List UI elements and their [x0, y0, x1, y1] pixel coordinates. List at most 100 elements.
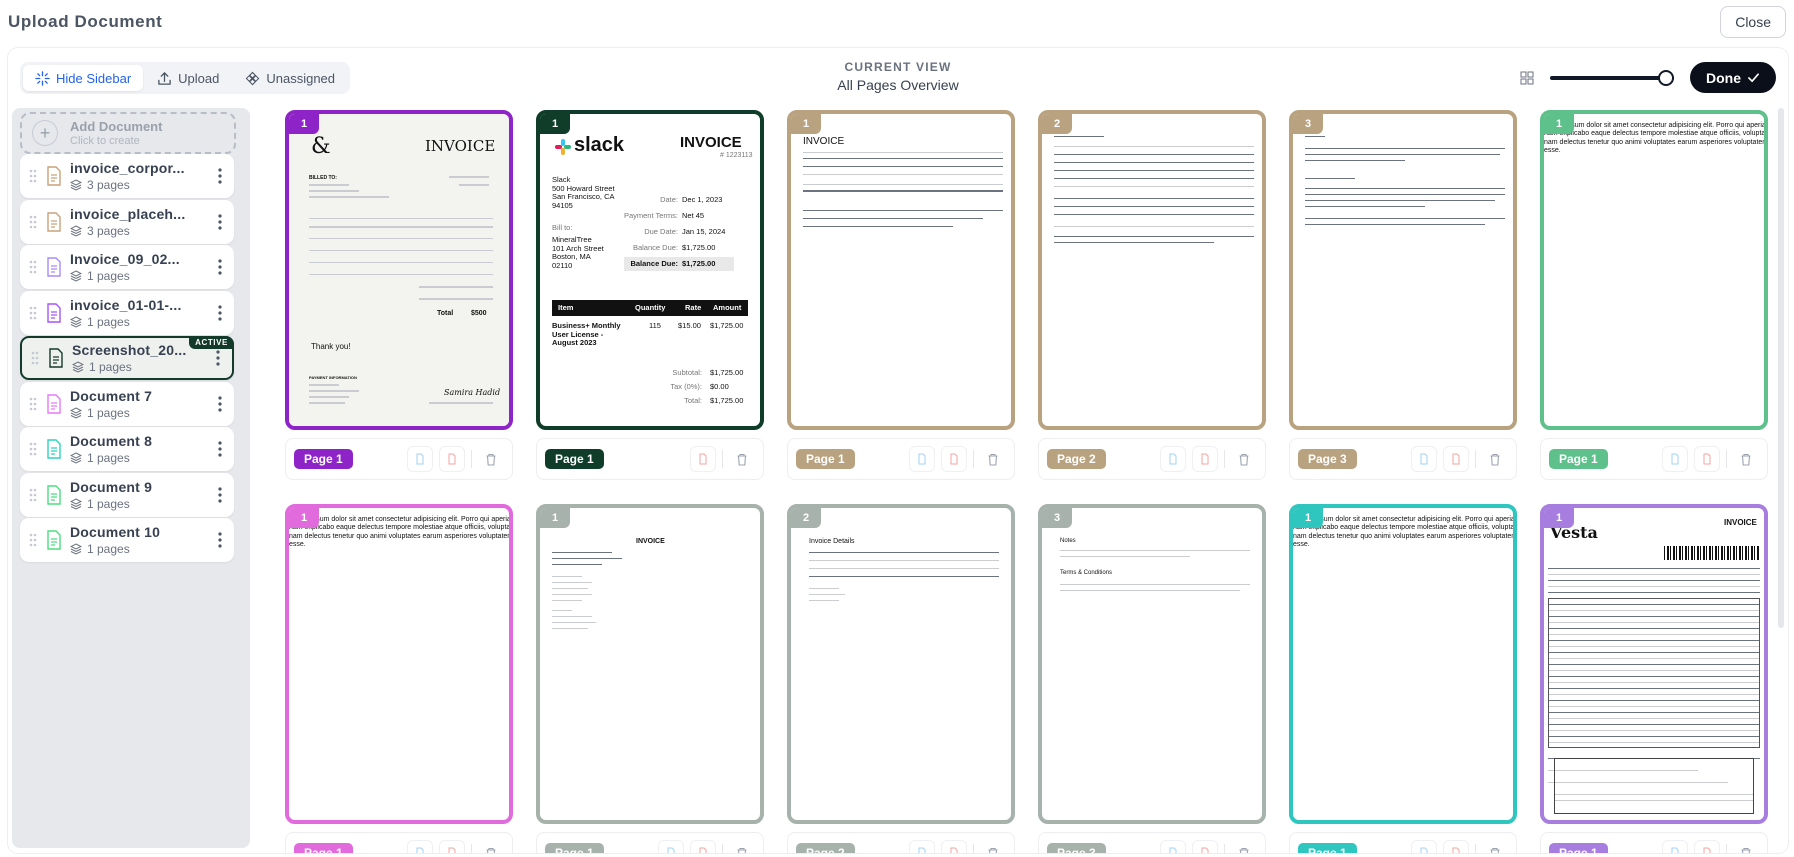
- trash-icon[interactable]: [729, 840, 755, 853]
- drag-handle-icon[interactable]: [28, 441, 38, 457]
- zoom-thumb[interactable]: [1658, 69, 1674, 86]
- trash-icon[interactable]: [478, 840, 504, 853]
- split-page-icon[interactable]: [407, 840, 433, 853]
- more-options-icon[interactable]: [210, 301, 230, 325]
- drag-handle-icon[interactable]: [28, 396, 38, 412]
- document-pages: 1 pages: [70, 497, 210, 511]
- page-thumbnail[interactable]: 1 INVOICE: [536, 504, 764, 824]
- move-page-icon[interactable]: [690, 840, 716, 853]
- trash-icon[interactable]: [1231, 446, 1257, 472]
- more-options-icon[interactable]: [210, 164, 230, 188]
- text-line: [803, 166, 1003, 167]
- split-page-icon[interactable]: [658, 840, 684, 853]
- move-page-icon[interactable]: [941, 840, 967, 853]
- trash-icon[interactable]: [1482, 446, 1508, 472]
- title-bar: Upload Document Close: [0, 0, 1794, 44]
- close-button[interactable]: Close: [1720, 6, 1786, 38]
- document-name: Invoice_09_02...: [70, 251, 180, 267]
- document-icon: [47, 166, 61, 186]
- split-page-icon[interactable]: [909, 840, 935, 853]
- split-page-icon[interactable]: [1411, 840, 1437, 853]
- page-thumbnail[interactable]: 1 Vesta INVOICE: [1540, 504, 1768, 824]
- split-page-icon[interactable]: [1662, 840, 1688, 853]
- zoom-slider[interactable]: [1550, 69, 1674, 86]
- split-page-icon[interactable]: [1411, 446, 1437, 472]
- page-thumbnail[interactable]: 3: [1289, 110, 1517, 430]
- trash-icon[interactable]: [1733, 446, 1759, 472]
- move-page-icon[interactable]: [1443, 840, 1469, 853]
- document-sidebar: + Add Document Click to create invoice_c…: [12, 108, 250, 848]
- page-number-badge: 1: [540, 114, 570, 134]
- sidebar-document-item[interactable]: invoice_corpor... 3 pages: [20, 154, 234, 198]
- move-page-icon[interactable]: [1694, 446, 1720, 472]
- move-page-icon[interactable]: [1192, 446, 1218, 472]
- trash-icon[interactable]: [1231, 840, 1257, 853]
- more-options-icon[interactable]: [210, 483, 230, 507]
- page-thumbnail[interactable]: 1 slack INVOICE # 1223113 Slack 500 Howard S…: [536, 110, 764, 430]
- split-page-icon[interactable]: [909, 446, 935, 472]
- trash-icon[interactable]: [729, 446, 755, 472]
- drag-handle-icon[interactable]: [28, 168, 38, 184]
- move-page-icon[interactable]: [439, 446, 465, 472]
- split-page-icon[interactable]: [1160, 446, 1186, 472]
- grid-scrollbar[interactable]: [1778, 108, 1784, 628]
- drag-handle-icon[interactable]: [28, 487, 38, 503]
- split-page-icon[interactable]: [407, 446, 433, 472]
- move-page-icon[interactable]: [439, 840, 465, 853]
- total-value: $500: [471, 310, 487, 317]
- drag-handle-icon[interactable]: [28, 532, 38, 548]
- page-thumbnail[interactable]: 1 Lorem ipsum dolor sit amet consectetur …: [1540, 110, 1768, 430]
- add-document-button[interactable]: + Add Document Click to create: [20, 112, 236, 154]
- text-line: [1548, 586, 1760, 587]
- text-line: [803, 190, 1003, 192]
- page-thumbnail[interactable]: 1 Lorem ipsum dolor sit amet consectetur …: [285, 504, 513, 824]
- document-text: invoice_placeh... 3 pages: [70, 206, 210, 238]
- slack-invoice-page: slack INVOICE # 1223113 Slack 500 Howard St…: [540, 114, 760, 426]
- sidebar-document-item[interactable]: Document 10 1 pages: [20, 518, 234, 562]
- document-pages-count: 1 pages: [87, 314, 130, 329]
- sidebar-document-item[interactable]: invoice_placeh... 3 pages: [20, 199, 234, 244]
- page-card-footer: Page 1: [1289, 832, 1517, 853]
- split-page-icon[interactable]: [1160, 840, 1186, 853]
- drag-handle-icon[interactable]: [28, 305, 38, 321]
- more-options-icon[interactable]: [210, 392, 230, 416]
- page-thumbnail[interactable]: 2: [1038, 110, 1266, 430]
- split-page-icon[interactable]: [1662, 446, 1688, 472]
- move-page-icon[interactable]: [1443, 446, 1469, 472]
- sidebar-document-item[interactable]: invoice_01-01-... 1 pages: [20, 290, 234, 335]
- more-options-icon[interactable]: [208, 346, 228, 370]
- drag-handle-icon[interactable]: [30, 350, 40, 366]
- trash-icon[interactable]: [478, 446, 504, 472]
- drag-handle-icon[interactable]: [28, 259, 38, 275]
- page-card-footer: Page 1: [536, 832, 764, 853]
- trash-icon[interactable]: [980, 446, 1006, 472]
- done-button[interactable]: Done: [1690, 62, 1776, 93]
- trash-icon[interactable]: [980, 840, 1006, 853]
- move-page-icon[interactable]: [690, 446, 716, 472]
- more-options-icon[interactable]: [210, 437, 230, 461]
- drag-handle-icon[interactable]: [28, 214, 38, 230]
- trash-icon[interactable]: [1482, 840, 1508, 853]
- move-page-icon[interactable]: [941, 446, 967, 472]
- sidebar-document-item[interactable]: Document 8 1 pages: [20, 427, 234, 471]
- more-options-icon[interactable]: [210, 255, 230, 279]
- page-thumbnail[interactable]: 1 Lorem ipsum dolor sit amet consectetur …: [1289, 504, 1517, 824]
- page-thumbnail[interactable]: 1 & INVOICE BILLED TO: Total $500 Thank you! PA…: [285, 110, 513, 430]
- move-page-icon[interactable]: [1192, 840, 1218, 853]
- more-options-icon[interactable]: [210, 528, 230, 552]
- page-thumbnail[interactable]: 3 Notes Terms & Conditions: [1038, 504, 1266, 824]
- trash-icon[interactable]: [1733, 840, 1759, 853]
- text-line: [1305, 224, 1485, 225]
- move-page-icon[interactable]: [1694, 840, 1720, 853]
- sidebar-document-item[interactable]: Invoice_09_02... 1 pages: [20, 245, 234, 289]
- page-thumbnail[interactable]: 1 INVOICE: [787, 110, 1015, 430]
- more-options-icon[interactable]: [210, 210, 230, 234]
- document-text: Document 71 pages: [70, 388, 210, 420]
- sidebar-document-item[interactable]: Screenshot_20... 1 pages ACTIVE: [20, 336, 234, 380]
- page-thumbnail[interactable]: 2 Invoice Details: [787, 504, 1015, 824]
- text-line: [552, 616, 592, 617]
- sidebar-document-item[interactable]: Document 71 pages: [20, 381, 234, 426]
- page-label-pill: Page 2: [1047, 449, 1106, 469]
- sidebar-document-item[interactable]: Document 91 pages: [20, 472, 234, 517]
- grid-view-icon[interactable]: [1520, 71, 1534, 85]
